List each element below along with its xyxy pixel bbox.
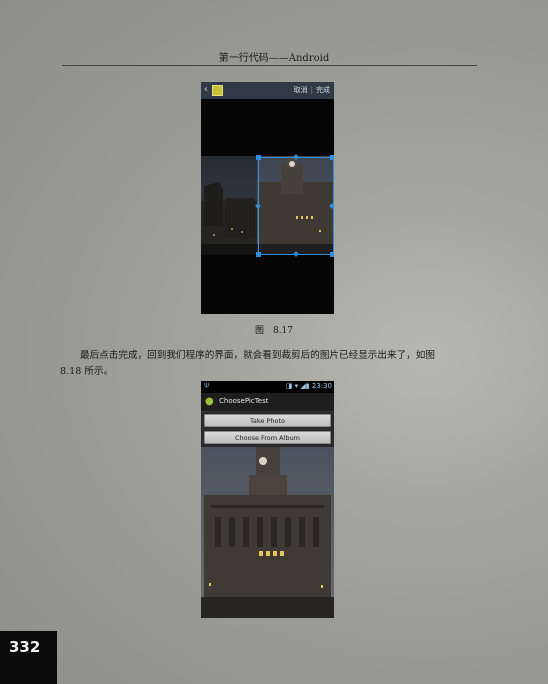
page-number-box: 332 [0, 631, 57, 684]
app-screenshot: Ψ ◨ ▾ ◢▮ 23:30 ● ChoosePicTest Take Phot… [201, 381, 334, 618]
gallery-thumbnail-icon [212, 85, 223, 96]
page-number: 332 [9, 638, 41, 656]
crop-dim-left [201, 156, 257, 255]
crop-actions: 取消 | 完成 [294, 85, 330, 95]
usb-icon: Ψ [204, 382, 210, 390]
figure-caption-8-17: 图 8.17 [254, 326, 294, 336]
header-rule [62, 65, 477, 66]
back-chevron-icon: ‹ [204, 84, 208, 95]
crop-screenshot: ‹ 取消 | 完成 [201, 82, 334, 314]
status-time: 23:30 [311, 382, 332, 390]
crop-handle-top-left[interactable] [256, 155, 261, 160]
cropped-photo [201, 447, 334, 618]
status-right: ◨ ▾ ◢▮ 23:30 [286, 382, 332, 390]
paragraph-line-2: 8.18 所示。 [60, 366, 114, 377]
choose-from-album-button[interactable]: Choose From Album [204, 431, 331, 444]
crop-handle-bottom-left[interactable] [256, 252, 261, 257]
crop-handle-bottom-right[interactable] [330, 252, 334, 257]
app-title-bar: ● ChoosePicTest [201, 393, 334, 412]
cancel-button: 取消 [293, 86, 308, 94]
done-button: 完成 [316, 86, 330, 94]
android-icon: ● [205, 396, 214, 407]
crop-action-bar: ‹ 取消 | 完成 [201, 82, 334, 99]
action-separator: | [310, 86, 313, 94]
crop-handle-top-right[interactable] [330, 155, 334, 160]
running-header: 第一行代码——Android [218, 53, 330, 64]
body-paragraph: 最后点击完成，回到我们程序的界面，就会看到裁剪后的图片已经显示出来了，如图 8.… [60, 348, 480, 380]
app-title: ChoosePicTest [219, 397, 269, 405]
status-bar: Ψ ◨ ▾ ◢▮ 23:30 [201, 381, 334, 393]
paragraph-line-1: 最后点击完成，回到我们程序的界面，就会看到裁剪后的图片已经显示出来了，如图 [80, 350, 435, 361]
wifi-signal-battery-icon: ◨ ▾ ◢▮ [285, 382, 312, 390]
take-photo-button[interactable]: Take Photo [204, 414, 331, 427]
crop-selection-box[interactable] [258, 157, 334, 255]
